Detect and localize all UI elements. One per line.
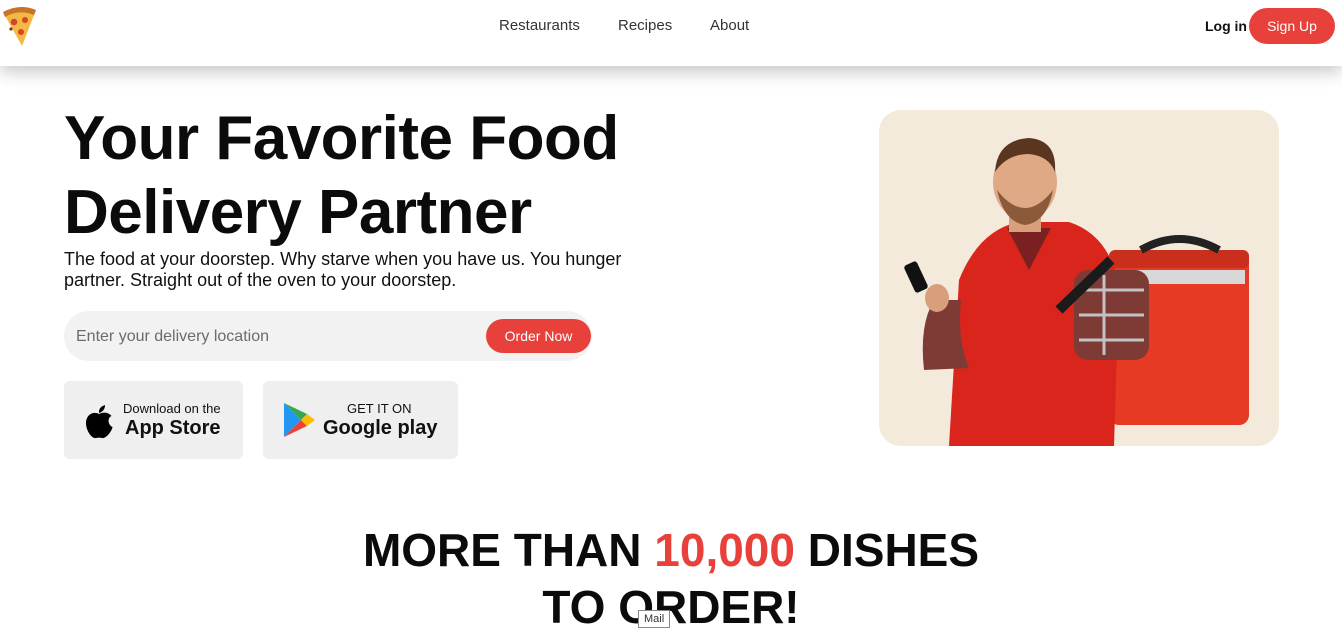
nav-recipes[interactable]: Recipes — [618, 17, 672, 34]
signup-button[interactable]: Sign Up — [1249, 8, 1335, 44]
app-store-big-text: App Store — [125, 417, 221, 439]
hero-title-line2: Delivery Partner — [64, 178, 532, 247]
apple-icon — [83, 402, 115, 445]
nav-restaurants[interactable]: Restaurants — [499, 17, 580, 34]
location-search-bar: Order Now — [64, 311, 592, 361]
mail-tooltip: Mail — [638, 610, 671, 628]
delivery-man-image — [879, 110, 1279, 446]
login-link[interactable]: Log in — [1205, 18, 1247, 34]
nav-about[interactable]: About — [710, 17, 749, 34]
order-now-button[interactable]: Order Now — [486, 319, 591, 353]
delivery-location-input[interactable] — [74, 321, 478, 353]
hero-title: Your Favorite Food Delivery Partner — [64, 102, 704, 250]
hero-subtitle: The food at your doorstep. Why starve wh… — [64, 249, 622, 290]
pizza-slice-icon[interactable] — [0, 2, 40, 48]
app-store-button[interactable]: Download on the App Store — [64, 381, 243, 459]
google-play-big-text: Google play — [323, 417, 438, 439]
dishes-heading: MORE THAN 10,000 DISHES TO ORDER! — [300, 522, 1042, 636]
site-header: Restaurants Recipes About Log in Sign Up — [0, 0, 1342, 66]
dishes-heading-prefix: MORE THAN — [362, 524, 642, 576]
google-play-button[interactable]: GET IT ON Google play — [263, 381, 458, 459]
dishes-count-highlight: 10,000 — [654, 524, 795, 576]
google-play-icon — [282, 401, 316, 444]
dishes-heading-suffix: DISHES — [807, 524, 980, 576]
dishes-heading-line2: TO ORDER! — [542, 581, 800, 633]
google-play-small-text: GET IT ON — [347, 401, 412, 416]
app-store-small-text: Download on the — [123, 401, 221, 416]
hero-title-line1: Your Favorite Food — [64, 104, 619, 173]
